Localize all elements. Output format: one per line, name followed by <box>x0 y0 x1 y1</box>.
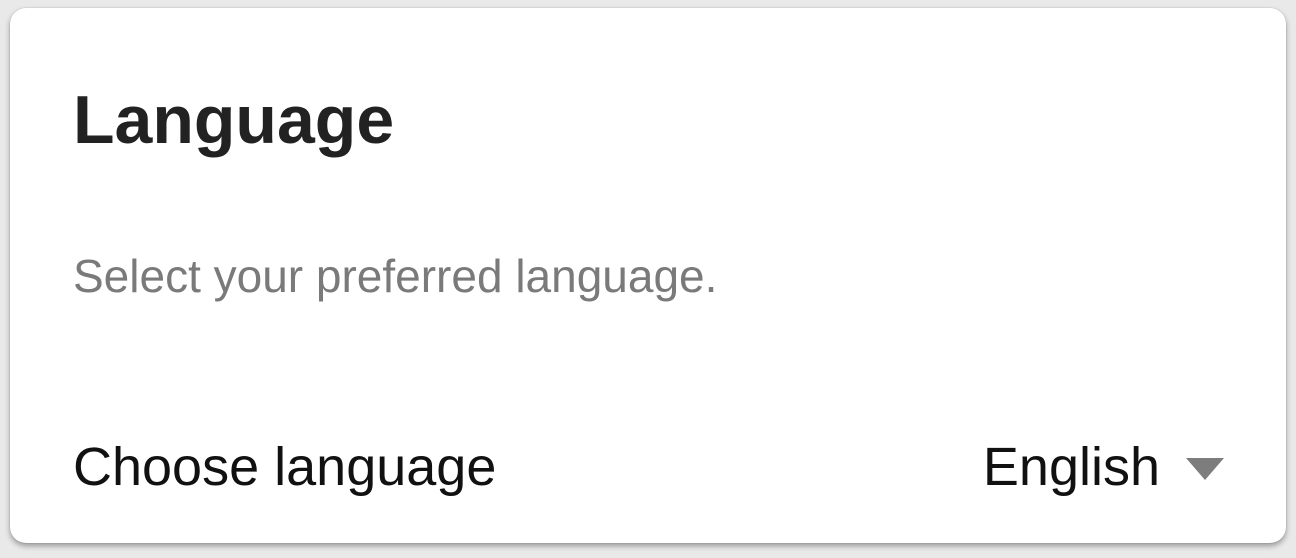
section-title: Language <box>73 82 395 158</box>
language-settings-card: Language Select your preferred language.… <box>10 8 1286 543</box>
triangle-down-icon[interactable] <box>1186 458 1224 480</box>
selected-language[interactable]: English <box>983 435 1160 499</box>
choose-language-label: Choose language <box>73 437 497 497</box>
language-dropdown[interactable]: English <box>983 435 1224 499</box>
language-setting-row: Choose language English <box>73 432 1224 502</box>
section-description: Select your preferred language. <box>73 250 718 302</box>
